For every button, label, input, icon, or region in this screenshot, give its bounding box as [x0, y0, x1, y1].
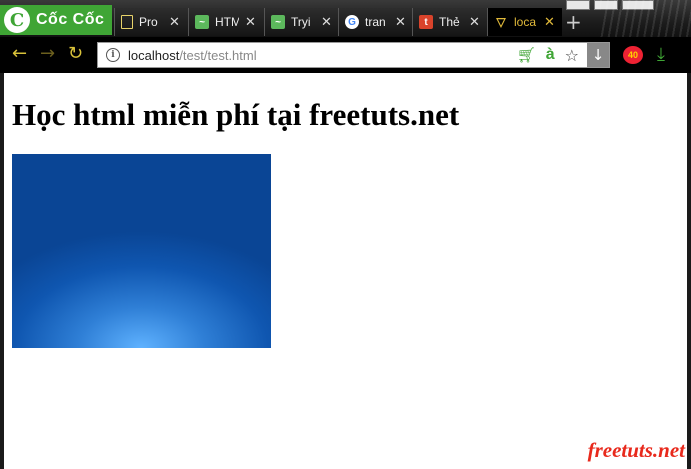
bookmark-star-icon[interactable]: ☆ [565, 46, 579, 65]
close-icon[interactable]: ✕ [469, 14, 480, 30]
tab-5[interactable]: t Thẻ ✕ [412, 8, 487, 36]
tab-title: loca [514, 15, 537, 29]
tab-title: Pro [139, 15, 158, 29]
reload-icon[interactable]: ↻ [68, 45, 83, 63]
tab-2[interactable]: ~ HTM ✕ [188, 8, 264, 36]
tab-title: Thẻ [439, 15, 460, 29]
tab-1[interactable]: Pro ✕ [114, 8, 188, 36]
freetuts-watermark: freetuts.net [587, 438, 685, 462]
new-tab-button[interactable]: + [565, 10, 582, 34]
browser-brand-button[interactable]: C Cốc Cốc [0, 5, 112, 35]
browser-window: C Cốc Cốc Pro ✕ ~ HTM ✕ ~ Tryi ✕ G tran … [0, 0, 691, 469]
page-icon [121, 15, 133, 29]
close-window-button[interactable] [622, 0, 654, 10]
url-text[interactable]: localhost/test/test.html [128, 48, 257, 63]
shopping-cart-icon[interactable]: 🛒︎ [517, 46, 536, 64]
tab-strip: C Cốc Cốc Pro ✕ ~ HTM ✕ ~ Tryi ✕ G tran … [0, 0, 691, 37]
window-frame-right [687, 73, 691, 469]
minimize-button[interactable] [566, 0, 590, 10]
google-icon: G [345, 15, 359, 29]
tab-title: tran [365, 15, 386, 29]
blue-gradient-image [12, 154, 271, 348]
tab-6-active[interactable]: ▽ loca ✕ [487, 8, 562, 36]
loading-icon: ▽ [496, 15, 506, 29]
url-path: /test/test.html [179, 47, 257, 63]
wave-icon: ~ [271, 15, 285, 29]
template-icon: t [419, 15, 433, 29]
close-icon[interactable]: ✕ [395, 14, 406, 30]
translate-a-icon[interactable]: à [546, 46, 555, 64]
forward-arrow-icon[interactable]: → [40, 45, 55, 63]
info-icon[interactable]: i [106, 48, 120, 62]
tab-title: Tryi [291, 15, 311, 29]
address-bar[interactable]: i localhost/test/test.html 🛒︎ à ☆ ↓ [97, 42, 610, 68]
address-bar-actions: 🛒︎ à ☆ ↓ [517, 43, 609, 67]
url-host: localhost [128, 47, 180, 63]
page-heading: Học html miễn phí tại freetuts.net [12, 97, 460, 132]
close-icon[interactable]: ✕ [321, 14, 332, 30]
brand-name: Cốc Cốc [36, 11, 105, 28]
back-arrow-icon[interactable]: ← [12, 45, 27, 63]
tab-title: HTM [215, 15, 239, 29]
close-icon[interactable]: ✕ [245, 14, 256, 30]
tab-3[interactable]: ~ Tryi ✕ [264, 8, 338, 36]
download-arrow-icon[interactable]: ↓ [587, 43, 609, 67]
page-viewport: Học html miễn phí tại freetuts.net freet… [4, 73, 687, 469]
close-icon[interactable]: ✕ [544, 14, 555, 30]
close-icon[interactable]: ✕ [169, 14, 180, 30]
wave-icon: ~ [195, 15, 209, 29]
maximize-button[interactable] [594, 0, 618, 10]
download-icon[interactable]: ⤓ [657, 44, 665, 65]
coccoc-logo-icon: C [4, 7, 30, 33]
extension-badge-icon[interactable]: 40 [623, 46, 643, 64]
tab-4[interactable]: G tran ✕ [338, 8, 412, 36]
